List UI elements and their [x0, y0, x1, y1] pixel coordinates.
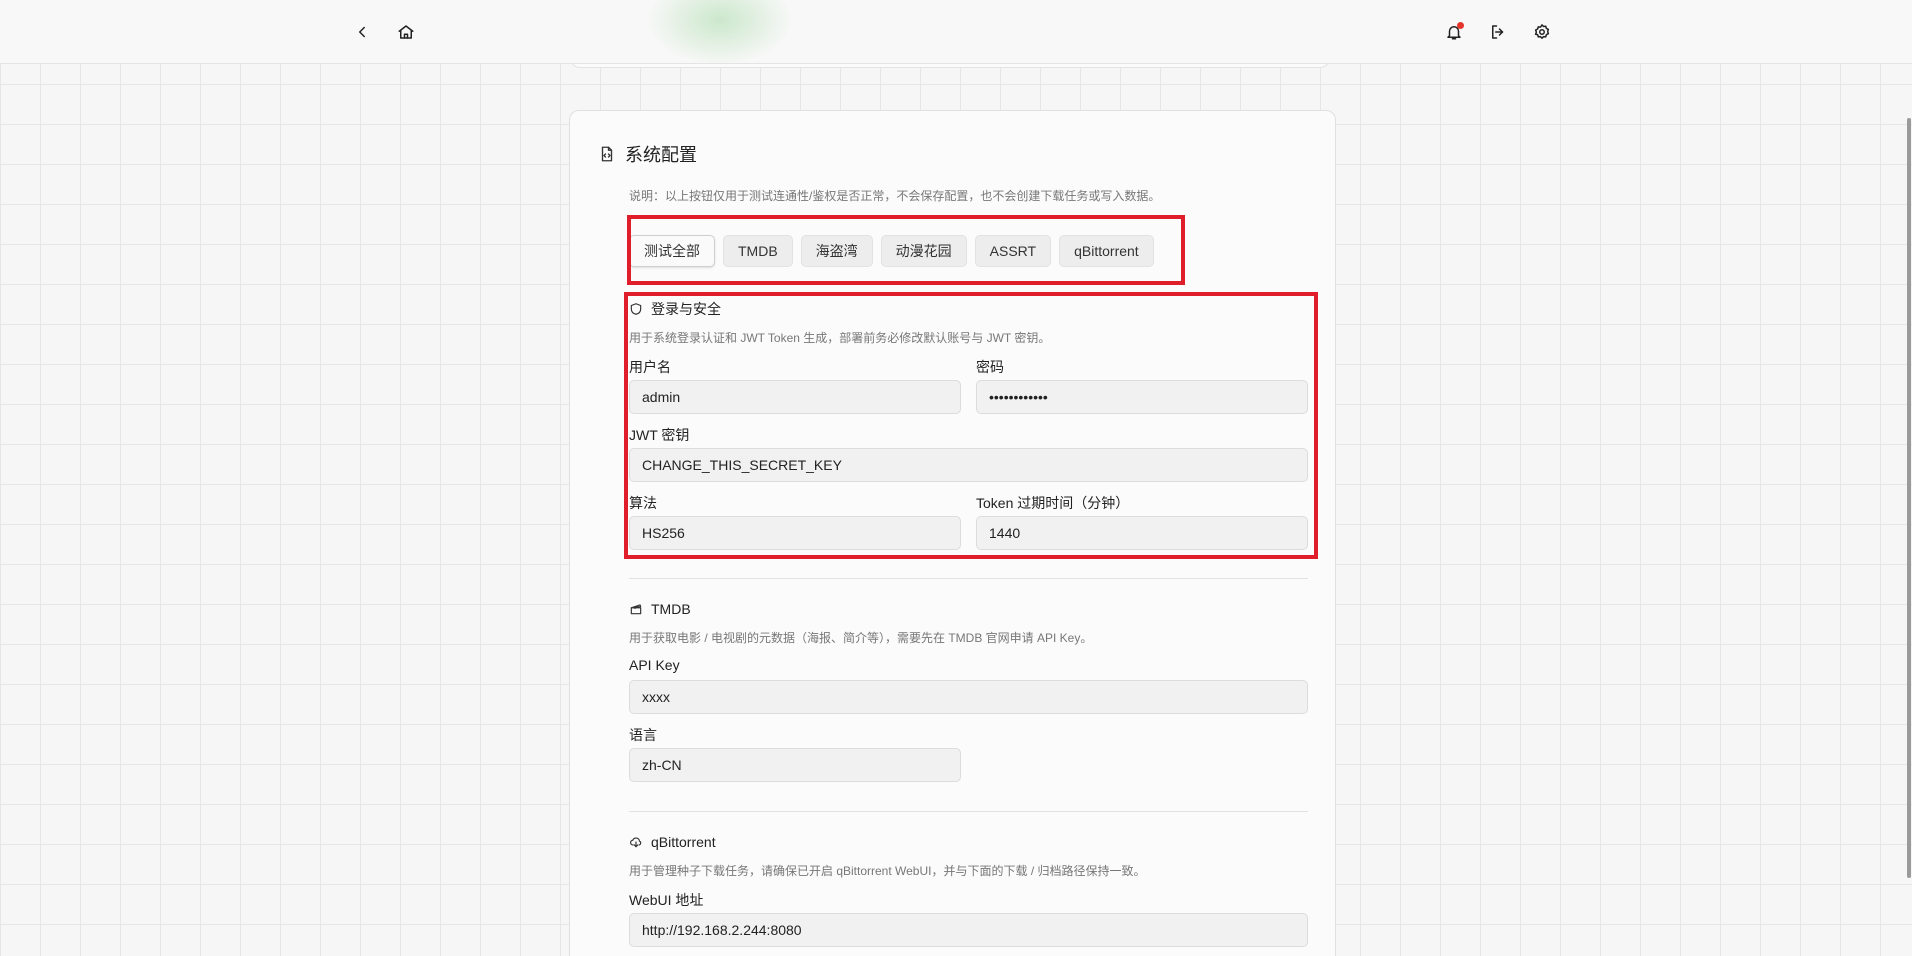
- settings-button[interactable]: [1530, 20, 1554, 44]
- jwt-secret-label: JWT 密钥: [629, 427, 690, 443]
- config-note: 说明：以上按钮仅用于测试连通性/鉴权是否正常，不会保存配置，也不会创建下载任务或…: [629, 189, 1161, 203]
- gear-icon: [1534, 24, 1550, 39]
- cloud-download-icon: [630, 837, 642, 848]
- token-expire-label: Token 过期时间（分钟）: [976, 495, 1130, 511]
- username-label: 用户名: [629, 359, 671, 375]
- webui-label: WebUI 地址: [629, 892, 704, 908]
- password-field: 密码: [976, 357, 1308, 414]
- login-security-section: 登录与安全 用于系统登录认证和 JWT Token 生成，部署前务必修改默认账号…: [629, 299, 1308, 345]
- test-button-row: 测试全部 TMDB 海盗湾 动漫花园 ASSRT qBittorrent: [629, 235, 1154, 267]
- tmdb-title: TMDB: [651, 601, 691, 617]
- token-expire-field: Token 过期时间（分钟）: [976, 493, 1308, 550]
- config-file-icon: [601, 146, 613, 162]
- qbittorrent-section: qBittorrent 用于管理种子下载任务，请确保已开启 qBittorren…: [629, 832, 1308, 878]
- logout-button[interactable]: [1486, 20, 1510, 44]
- test-dmhy-button[interactable]: 动漫花园: [880, 235, 967, 267]
- test-tmdb-button[interactable]: TMDB: [723, 235, 793, 267]
- card-title-text: 系统配置: [625, 145, 697, 165]
- back-button[interactable]: [350, 20, 374, 44]
- qbittorrent-header: qBittorrent: [629, 832, 1308, 852]
- login-security-header: 登录与安全: [629, 299, 1308, 319]
- home-icon: [398, 25, 414, 39]
- jwt-secret-input[interactable]: [629, 448, 1308, 482]
- tmdb-section: TMDB 用于获取电影 / 电视剧的元数据（海报、简介等），需要先在 TMDB …: [629, 599, 1308, 645]
- tmdb-header: TMDB: [629, 599, 1308, 619]
- algorithm-field: 算法: [629, 493, 961, 550]
- header-glow: [640, 0, 800, 70]
- chevron-left-icon: [359, 26, 365, 38]
- password-input[interactable]: [976, 380, 1308, 414]
- username-field: 用户名: [629, 357, 961, 414]
- test-all-button[interactable]: 测试全部: [629, 235, 715, 267]
- api-key-label: API Key: [629, 657, 680, 673]
- password-label: 密码: [976, 359, 1004, 375]
- token-expire-input[interactable]: [976, 516, 1308, 550]
- tmdb-description: 用于获取电影 / 电视剧的元数据（海报、简介等），需要先在 TMDB 官网申请 …: [629, 631, 1093, 645]
- language-field: 语言: [629, 725, 961, 782]
- algorithm-input[interactable]: [629, 516, 961, 550]
- webui-input[interactable]: [629, 913, 1308, 947]
- login-security-title: 登录与安全: [651, 301, 721, 317]
- system-config-card: 系统配置 说明：以上按钮仅用于测试连通性/鉴权是否正常，不会保存配置，也不会创建…: [569, 110, 1336, 956]
- section-divider: [629, 578, 1308, 579]
- qbittorrent-description: 用于管理种子下载任务，请确保已开启 qBittorrent WebUI，并与下面…: [629, 864, 1146, 878]
- section-divider: [629, 811, 1308, 812]
- test-assrt-button[interactable]: ASSRT: [974, 235, 1052, 267]
- clapperboard-icon: [630, 604, 642, 615]
- test-qbittorrent-button[interactable]: qBittorrent: [1059, 235, 1154, 267]
- language-input[interactable]: [629, 748, 961, 782]
- username-input[interactable]: [629, 380, 961, 414]
- logout-icon: [1492, 25, 1504, 39]
- api-key-field: API Key: [629, 657, 1308, 714]
- top-bar: [0, 0, 1912, 70]
- card-title: 系统配置: [598, 141, 697, 167]
- notification-dot: [1457, 22, 1464, 29]
- webui-field: WebUI 地址: [629, 890, 1308, 947]
- algorithm-label: 算法: [629, 495, 657, 511]
- scrollbar-thumb[interactable]: [1907, 118, 1911, 878]
- login-security-description: 用于系统登录认证和 JWT Token 生成，部署前务必修改默认账号与 JWT …: [629, 331, 1051, 345]
- jwt-secret-field: JWT 密钥: [629, 425, 1308, 482]
- home-button[interactable]: [394, 20, 418, 44]
- language-label: 语言: [629, 727, 657, 743]
- qbittorrent-title: qBittorrent: [651, 834, 716, 850]
- page-scrollbar[interactable]: [1904, 64, 1912, 956]
- notifications-button[interactable]: [1442, 20, 1466, 44]
- api-key-input[interactable]: [629, 680, 1308, 714]
- test-pirate-bay-button[interactable]: 海盗湾: [800, 235, 873, 267]
- shield-icon: [630, 303, 642, 315]
